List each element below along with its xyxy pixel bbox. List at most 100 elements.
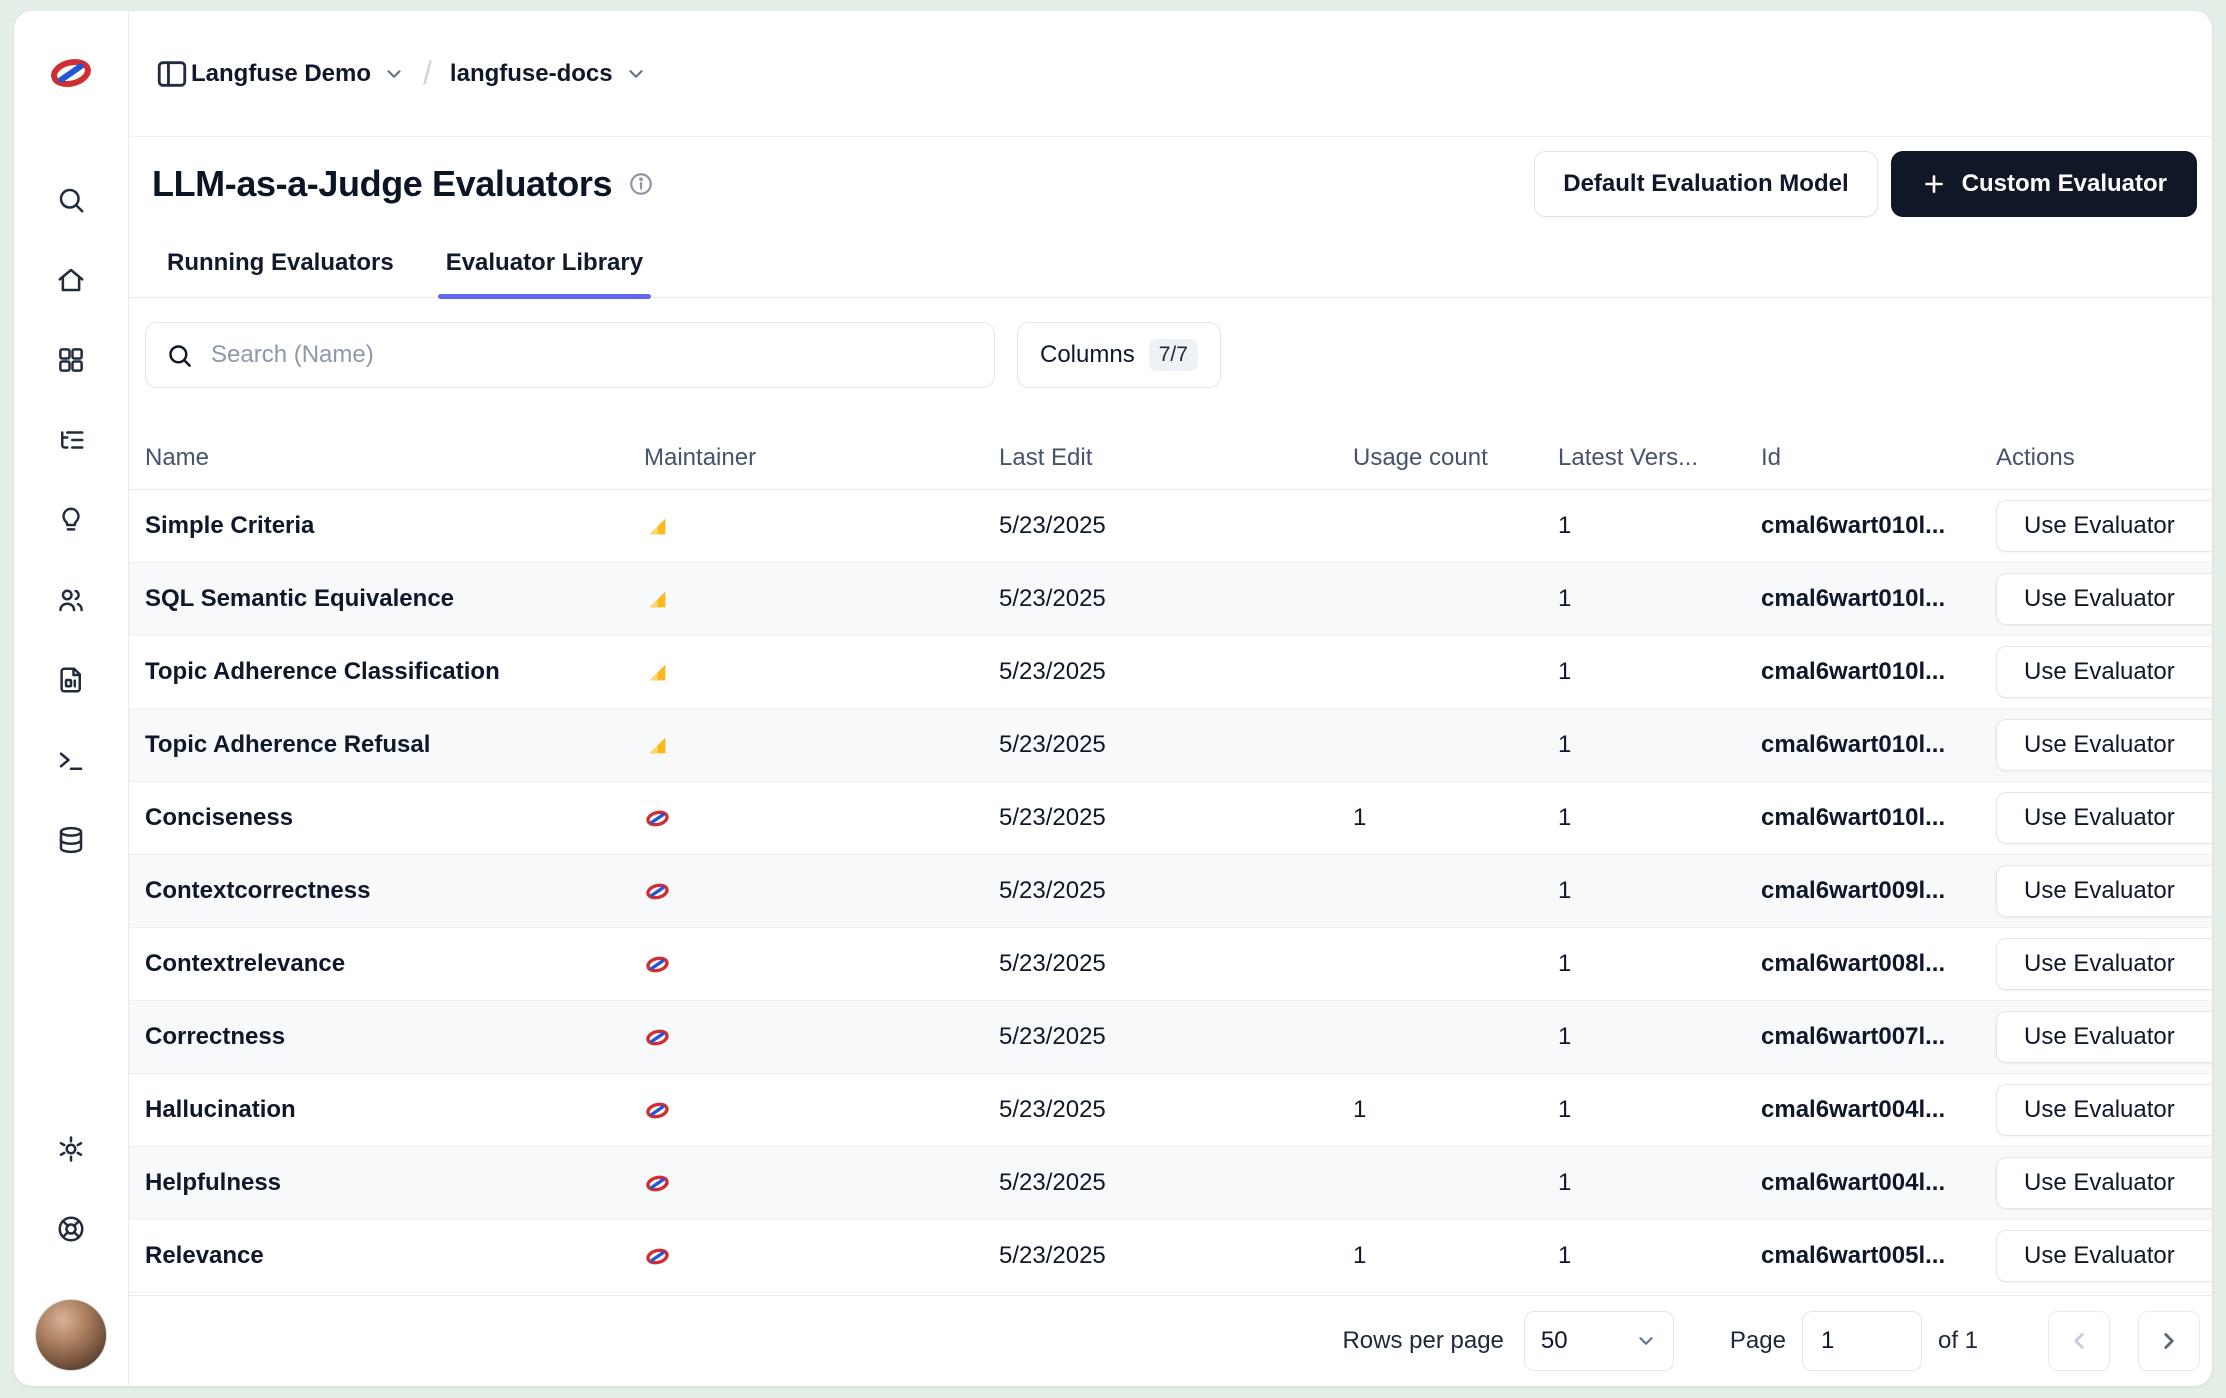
column-header-latest-version: Latest Vers... <box>1558 444 1761 472</box>
maintainer-cell <box>644 805 999 832</box>
search-box <box>145 322 995 388</box>
project-switcher[interactable]: langfuse-docs <box>450 60 647 88</box>
last-edit-date: 5/23/2025 <box>999 585 1353 613</box>
actions-cell: Use Evaluator <box>1996 1084 2212 1136</box>
rows-per-page-select[interactable]: 50 <box>1524 1311 1674 1371</box>
ragas-maintainer-icon <box>644 513 671 540</box>
latest-version-value: 1 <box>1558 950 1761 978</box>
columns-button[interactable]: Columns 7/7 <box>1017 322 1221 388</box>
last-edit-date: 5/23/2025 <box>999 950 1353 978</box>
search-icon[interactable] <box>56 185 86 215</box>
last-edit-date: 5/23/2025 <box>999 512 1353 540</box>
rows-per-page-label: Rows per page <box>1342 1327 1503 1355</box>
next-page-button[interactable] <box>2138 1311 2200 1371</box>
usage-count-value: 1 <box>1353 804 1558 832</box>
table-row[interactable]: SQL Semantic Equivalence 5/23/2025 1 cma… <box>129 563 2212 636</box>
column-header-last-edit: Last Edit <box>999 444 1353 472</box>
chevron-right-icon <box>2156 1328 2182 1354</box>
column-header-name: Name <box>145 444 644 472</box>
maintainer-cell <box>644 586 999 613</box>
trace-tree-icon[interactable] <box>56 425 86 455</box>
home-icon[interactable] <box>56 265 86 295</box>
latest-version-value: 1 <box>1558 1169 1761 1197</box>
evaluator-id: cmal6wart010l... <box>1761 658 1996 686</box>
use-evaluator-button[interactable]: Use Evaluator <box>1996 500 2212 552</box>
ragas-maintainer-icon <box>644 586 671 613</box>
tab-running-evaluators[interactable]: Running Evaluators <box>159 237 402 297</box>
use-evaluator-button[interactable]: Use Evaluator <box>1996 719 2212 771</box>
user-avatar[interactable] <box>35 1299 107 1371</box>
column-header-id: Id <box>1761 444 1996 472</box>
table-row[interactable]: Contextrelevance 5/23/2025 1 cmal6wart00… <box>129 928 2212 1001</box>
use-evaluator-button[interactable]: Use Evaluator <box>1996 1157 2212 1209</box>
column-header-maintainer: Maintainer <box>644 444 999 472</box>
search-icon <box>166 342 193 369</box>
last-edit-date: 5/23/2025 <box>999 804 1353 832</box>
sidebar-bottom <box>35 1134 107 1371</box>
terminal-icon[interactable] <box>56 745 86 775</box>
table-row[interactable]: Conciseness 5/23/2025 1 1 cmal6wart010l.… <box>129 782 2212 855</box>
usage-count-value: 1 <box>1353 1242 1558 1270</box>
search-input[interactable] <box>211 341 974 369</box>
maintainer-cell <box>644 1243 999 1270</box>
use-evaluator-button[interactable]: Use Evaluator <box>1996 792 2212 844</box>
langfuse-logo-icon[interactable] <box>47 49 95 97</box>
page-header: LLM-as-a-Judge Evaluators Default Evalua… <box>129 137 2212 298</box>
use-evaluator-button[interactable]: Use Evaluator <box>1996 938 2212 990</box>
breadcrumb-separator: / <box>423 55 432 92</box>
use-evaluator-button[interactable]: Use Evaluator <box>1996 865 2212 917</box>
settings-gear-icon[interactable] <box>56 1134 86 1164</box>
support-lifebuoy-icon[interactable] <box>56 1214 86 1244</box>
custom-evaluator-button[interactable]: Custom Evaluator <box>1891 151 2197 217</box>
usage-count-value: 1 <box>1353 1096 1558 1124</box>
evaluator-name: SQL Semantic Equivalence <box>145 585 644 613</box>
use-evaluator-button[interactable]: Use Evaluator <box>1996 1230 2212 1282</box>
plus-icon <box>1921 171 1947 197</box>
latest-version-value: 1 <box>1558 658 1761 686</box>
lightbulb-icon[interactable] <box>56 505 86 535</box>
table-row[interactable]: Relevance 5/23/2025 1 1 cmal6wart005l...… <box>129 1220 2212 1293</box>
evaluator-name: Simple Criteria <box>145 512 644 540</box>
table-row[interactable]: Contextcorrectness 5/23/2025 1 cmal6wart… <box>129 855 2212 928</box>
table-row[interactable]: Correctness 5/23/2025 1 cmal6wart007l...… <box>129 1001 2212 1074</box>
actions-cell: Use Evaluator <box>1996 719 2212 771</box>
langfuse-maintainer-icon <box>644 1243 671 1270</box>
custom-evaluator-label: Custom Evaluator <box>1962 170 2167 198</box>
org-switcher[interactable]: Langfuse Demo <box>191 60 405 88</box>
info-icon[interactable] <box>628 171 654 197</box>
file-icon[interactable] <box>56 665 86 695</box>
previous-page-button[interactable] <box>2048 1311 2110 1371</box>
use-evaluator-button[interactable]: Use Evaluator <box>1996 646 2212 698</box>
tab-bar: Running Evaluators Evaluator Library <box>159 237 2212 297</box>
users-icon[interactable] <box>56 585 86 615</box>
evaluator-id: cmal6wart004l... <box>1761 1096 1996 1124</box>
table-row[interactable]: Simple Criteria 5/23/2025 1 cmal6wart010… <box>129 490 2212 563</box>
sidebar-toggle-icon[interactable] <box>155 56 191 92</box>
chevron-left-icon <box>2066 1328 2092 1354</box>
evaluator-name: Topic Adherence Refusal <box>145 731 644 759</box>
evaluator-name: Conciseness <box>145 804 644 832</box>
org-name: Langfuse Demo <box>191 60 371 88</box>
actions-cell: Use Evaluator <box>1996 1011 2212 1063</box>
table-row[interactable]: Hallucination 5/23/2025 1 1 cmal6wart004… <box>129 1074 2212 1147</box>
use-evaluator-button[interactable]: Use Evaluator <box>1996 573 2212 625</box>
sidebar-rail <box>14 11 129 1386</box>
use-evaluator-button[interactable]: Use Evaluator <box>1996 1084 2212 1136</box>
default-evaluation-model-button[interactable]: Default Evaluation Model <box>1534 151 1877 217</box>
latest-version-value: 1 <box>1558 877 1761 905</box>
evaluator-name: Relevance <box>145 1242 644 1270</box>
dashboard-grid-icon[interactable] <box>56 345 86 375</box>
page-label: Page <box>1730 1327 1786 1355</box>
page-number-input[interactable] <box>1802 1311 1922 1371</box>
table-row[interactable]: Topic Adherence Refusal 5/23/2025 1 cmal… <box>129 709 2212 782</box>
actions-cell: Use Evaluator <box>1996 646 2212 698</box>
maintainer-cell <box>644 951 999 978</box>
database-icon[interactable] <box>56 825 86 855</box>
evaluator-name: Hallucination <box>145 1096 644 1124</box>
evaluator-name: Helpfulness <box>145 1169 644 1197</box>
rows-per-page-value: 50 <box>1541 1327 1568 1355</box>
tab-evaluator-library[interactable]: Evaluator Library <box>438 237 651 297</box>
table-row[interactable]: Helpfulness 5/23/2025 1 cmal6wart004l...… <box>129 1147 2212 1220</box>
table-row[interactable]: Topic Adherence Classification 5/23/2025… <box>129 636 2212 709</box>
use-evaluator-button[interactable]: Use Evaluator <box>1996 1011 2212 1063</box>
